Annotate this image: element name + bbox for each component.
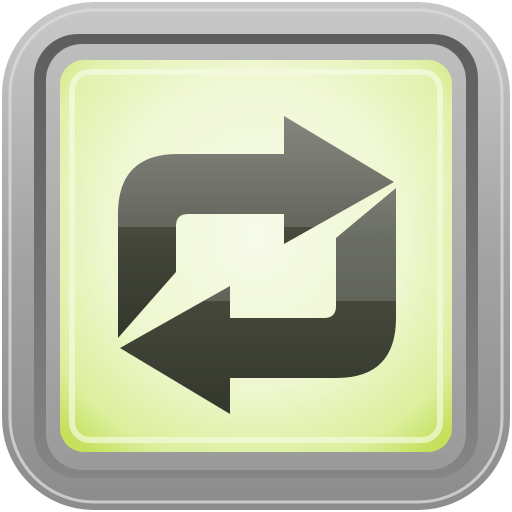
icon-gloss — [60, 60, 452, 240]
repeat-app-icon[interactable] — [0, 0, 512, 512]
app-icon-canvas — [0, 0, 512, 512]
